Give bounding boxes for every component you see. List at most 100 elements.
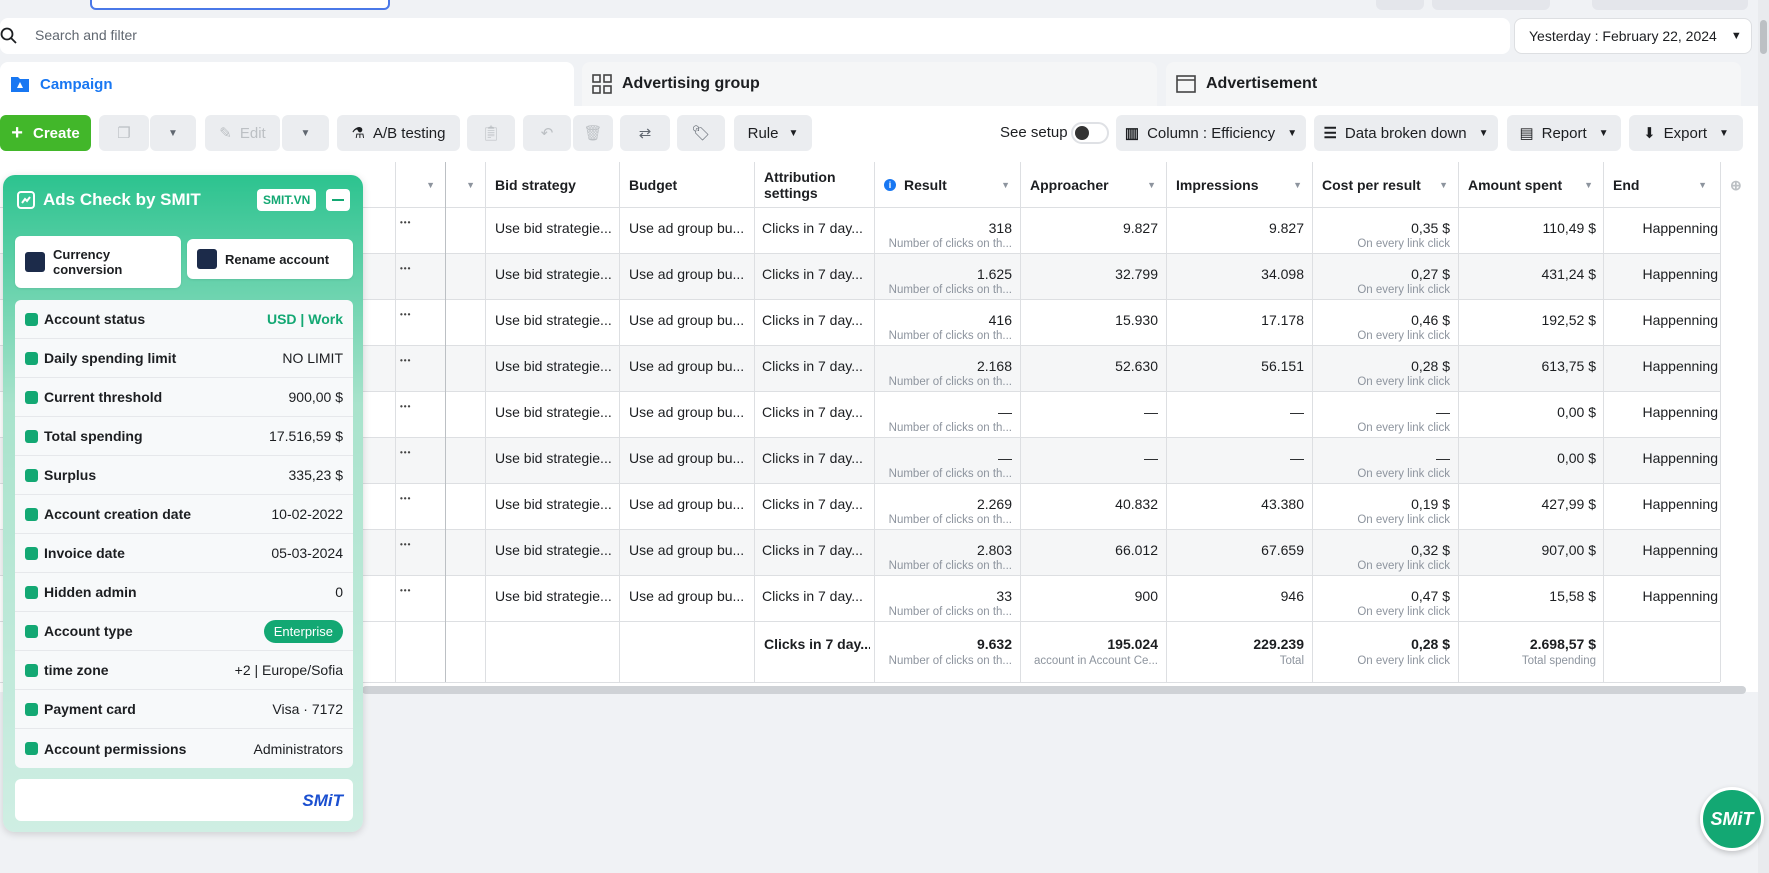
caret-down-icon: ▼: [788, 127, 799, 139]
end-cell: Happenning: [1642, 312, 1718, 328]
top-button[interactable]: [1432, 0, 1550, 10]
info-row-label: Total spending: [44, 428, 143, 444]
info-row-icon: [25, 742, 38, 755]
info-row-value: NO LIMIT: [282, 350, 343, 366]
search-bar[interactable]: Search and filter: [0, 18, 1510, 54]
column-label: Column : Efficiency: [1147, 124, 1276, 142]
info-row-label: Invoice date: [44, 545, 125, 561]
add-column-button[interactable]: ⊕: [1720, 162, 1758, 208]
column-header-cost-per-result[interactable]: Cost per result ▼: [1312, 162, 1458, 208]
column-header-attribution[interactable]: Attribution settings: [754, 162, 874, 208]
info-row-icon: [25, 546, 38, 560]
impressions-cell: 946: [1280, 588, 1304, 604]
column-header-approacher[interactable]: Approacher ▼: [1020, 162, 1166, 208]
search-input[interactable]: Search and filter: [35, 27, 137, 43]
approacher-cell: 900: [1134, 588, 1158, 604]
more-options-icon[interactable]: •••: [400, 218, 411, 227]
top-button[interactable]: [1700, 0, 1748, 10]
account-info-row: Account permissions Administrators: [15, 729, 353, 768]
rename-account-button[interactable]: Rename account: [187, 239, 353, 279]
tab-advertising-group[interactable]: Advertising group: [582, 62, 1157, 106]
more-options-icon[interactable]: •••: [400, 310, 411, 319]
caret-down-icon: ▼: [1478, 127, 1489, 139]
column-header-hidden[interactable]: ▼: [445, 162, 485, 208]
tab-campaign[interactable]: Campaign: [0, 62, 574, 106]
sort-caret-icon: ▼: [1001, 180, 1010, 190]
more-options-icon[interactable]: •••: [400, 540, 411, 549]
more-options-icon[interactable]: •••: [400, 264, 411, 273]
column-header-bid-strategy[interactable]: Bid strategy: [485, 162, 619, 208]
cost-per-result-subtext: On every link click: [1357, 330, 1450, 342]
column-header-result[interactable]: i Result ▼: [874, 162, 1020, 208]
transfer-button[interactable]: ⇄: [620, 115, 670, 151]
info-row-icon: [25, 390, 38, 404]
plus-icon: +: [11, 121, 23, 144]
column-header-name-caret[interactable]: ▼: [420, 162, 445, 208]
caret-down-icon: ▼: [168, 127, 178, 139]
cost-per-result-cell: 0,27 $: [1411, 266, 1450, 282]
column-header-amount-spent[interactable]: Amount spent ▼: [1458, 162, 1603, 208]
table-horizontal-scrollbar[interactable]: [362, 686, 1746, 694]
delete-button[interactable]: 🗑︎: [573, 115, 613, 151]
budget-cell: Use ad group bu...: [629, 542, 745, 558]
budget-cell: Use ad group bu...: [629, 588, 745, 604]
duplicate-dropdown[interactable]: ▼: [150, 115, 196, 151]
smit-vn-badge[interactable]: SMIT.VN: [257, 189, 317, 211]
report-button[interactable]: ▤ Report ▼: [1507, 115, 1621, 151]
info-row-icon: [25, 507, 38, 521]
result-cell: 416: [988, 312, 1012, 328]
flask-icon: ⚗: [351, 125, 365, 142]
page-scrollbar[interactable]: [1758, 0, 1769, 873]
currency-conversion-button[interactable]: Currency conversion: [15, 236, 181, 288]
edit-dropdown[interactable]: ▼: [282, 115, 329, 151]
smit-floating-button[interactable]: SMiT: [1700, 787, 1764, 851]
approacher-cell: 66.012: [1115, 542, 1158, 558]
column-header-end[interactable]: End ▼: [1603, 162, 1717, 208]
sort-caret-icon: ▼: [1293, 180, 1302, 190]
export-label: Export: [1663, 124, 1708, 142]
more-options-icon[interactable]: •••: [400, 356, 411, 365]
end-cell: Happenning: [1642, 266, 1718, 282]
tag-button[interactable]: 🏷︎: [677, 115, 725, 151]
more-options-icon[interactable]: •••: [400, 402, 411, 411]
undo-button[interactable]: ↶: [523, 115, 571, 151]
bid-strategy-cell: Use bid strategie...: [495, 496, 612, 512]
result-subtext: Number of clicks on th...: [888, 284, 1012, 296]
sort-caret-icon: ▼: [1584, 180, 1593, 190]
info-row-icon: [25, 429, 38, 443]
report-label: Report: [1541, 124, 1587, 142]
column-header-budget[interactable]: Budget: [619, 162, 754, 208]
info-row-label: Account permissions: [44, 740, 187, 757]
top-name-input[interactable]: [90, 0, 390, 10]
more-options-icon[interactable]: •••: [400, 448, 411, 457]
result-subtext: Number of clicks on th...: [888, 330, 1012, 342]
create-button[interactable]: + Create: [0, 115, 91, 151]
see-setup-toggle[interactable]: [1071, 122, 1109, 144]
end-cell: Happenning: [1642, 496, 1718, 512]
duplicate-button[interactable]: ❐: [99, 115, 149, 151]
rule-button[interactable]: Rule ▼: [734, 115, 812, 151]
totals-approacher: 195.024: [1107, 636, 1158, 652]
tab-advertisement[interactable]: Advertisement: [1166, 62, 1741, 106]
export-button[interactable]: ⬇ Export ▼: [1629, 115, 1743, 151]
column-selector[interactable]: ▥ Column : Efficiency ▼: [1116, 115, 1306, 151]
budget-cell: Use ad group bu...: [629, 404, 745, 420]
bid-strategy-cell: Use bid strategie...: [495, 588, 612, 604]
result-cell: 2.168: [976, 358, 1012, 374]
end-cell: Happenning: [1642, 588, 1718, 604]
totals-attribution: Clicks in 7 day...: [764, 636, 870, 652]
top-button[interactable]: [1376, 0, 1424, 10]
edit-button[interactable]: ✎ Edit: [205, 115, 280, 151]
ab-testing-button[interactable]: ⚗ A/B testing: [337, 115, 460, 151]
see-setup-label: See setup: [1000, 124, 1068, 141]
cost-per-result-cell: 0,19 $: [1411, 496, 1450, 512]
minimize-button[interactable]: [326, 189, 350, 211]
date-range-selector[interactable]: Yesterday : February 22, 2024 ▼: [1514, 18, 1752, 54]
clipboard-button[interactable]: 📋︎: [467, 115, 515, 151]
column-header-impressions[interactable]: Impressions ▼: [1166, 162, 1312, 208]
more-options-icon[interactable]: •••: [400, 586, 411, 595]
bid-strategy-cell: Use bid strategie...: [495, 312, 612, 328]
more-options-icon[interactable]: •••: [400, 494, 411, 503]
breakdown-selector[interactable]: ☰ Data broken down ▼: [1314, 115, 1498, 151]
smit-logo-icon: [17, 191, 35, 209]
